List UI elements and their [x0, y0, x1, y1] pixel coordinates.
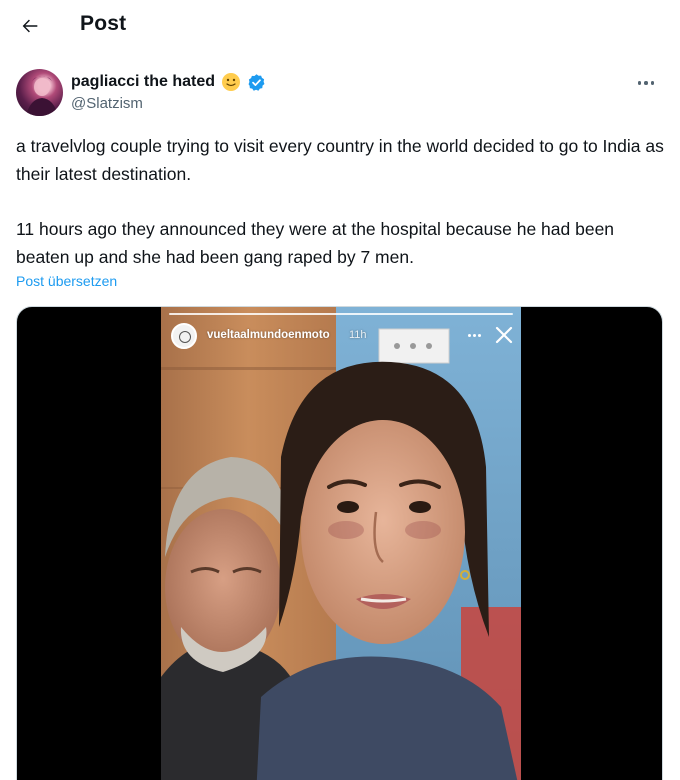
back-button[interactable]: [14, 10, 46, 42]
post-author: pagliacci the hated @Slatzism: [16, 69, 666, 119]
more-options-button[interactable]: [634, 75, 658, 91]
story-timestamp: 11h: [349, 329, 367, 341]
close-icon: [495, 326, 513, 344]
media-attachment[interactable]: vueltaalmundoenmoto 11h: [16, 306, 663, 780]
display-name[interactable]: pagliacci the hated: [71, 73, 215, 91]
tweet-text: a travelvlog couple trying to visit ever…: [16, 132, 671, 271]
story-avatar: [171, 323, 197, 349]
post-header: Post: [0, 0, 680, 56]
verified-badge-icon[interactable]: [247, 73, 266, 92]
more-horizontal-icon: [463, 326, 485, 344]
tweet-paragraph: a travelvlog couple trying to visit ever…: [16, 136, 664, 184]
more-horizontal-icon: [637, 81, 642, 85]
translate-post-link[interactable]: Post übersetzen: [16, 273, 117, 289]
avatar[interactable]: [16, 69, 63, 116]
emoji-icon: [221, 72, 241, 92]
display-name-line: pagliacci the hated: [71, 72, 266, 92]
user-handle[interactable]: @Slatzism: [71, 95, 143, 112]
story-progress-bar: [169, 313, 513, 315]
story-photo: [161, 307, 521, 780]
tweet-paragraph: 11 hours ago they announced they were at…: [16, 219, 615, 267]
story-screenshot: vueltaalmundoenmoto 11h: [161, 307, 521, 780]
story-header: vueltaalmundoenmoto 11h: [171, 323, 513, 349]
page-title: Post: [80, 12, 127, 35]
arrow-left-icon: [22, 19, 38, 33]
story-username: vueltaalmundoenmoto: [207, 329, 330, 341]
